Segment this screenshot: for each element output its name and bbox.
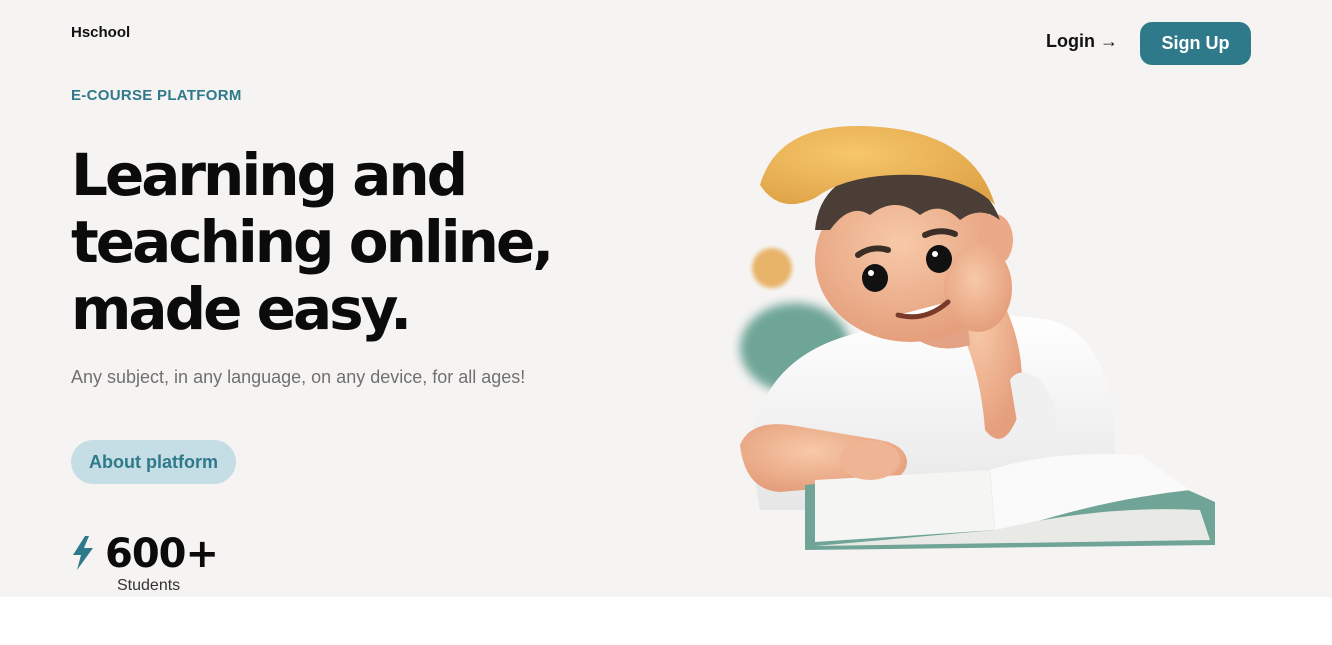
about-platform-button[interactable]: About platform — [71, 440, 236, 484]
logo[interactable]: Hschool — [71, 24, 130, 41]
eyebrow-label: E-COURSE PLATFORM — [71, 87, 242, 104]
login-link[interactable]: Login → — [1046, 31, 1118, 52]
hero-section: Hschool Login → Sign Up E-COURSE PLATFOR… — [0, 0, 1332, 597]
headline-line-3: made easy. — [71, 275, 412, 343]
page-title: Learning and teaching online, made easy. — [71, 142, 631, 343]
student-count: 600+ — [105, 531, 219, 577]
headline-line-1: Learning and — [71, 141, 468, 209]
signup-button[interactable]: Sign Up — [1140, 22, 1251, 65]
lightning-bolt-icon — [73, 536, 93, 570]
headline-line-2: teaching online, — [71, 208, 554, 276]
student-count-label: Students — [117, 577, 181, 594]
student-reading-illustration — [740, 125, 1215, 550]
subtitle: Any subject, in any language, on any dev… — [71, 367, 526, 387]
